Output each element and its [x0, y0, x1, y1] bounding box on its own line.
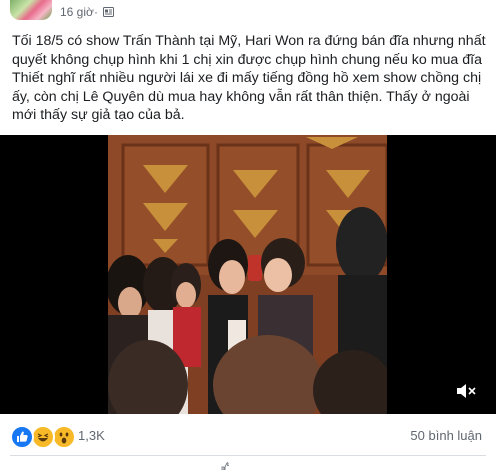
page-avatar[interactable] — [10, 0, 52, 20]
meta-separator: · — [94, 5, 98, 19]
like-action-icon[interactable] — [220, 462, 230, 470]
footer-divider — [10, 455, 486, 456]
volume-muted-icon[interactable] — [456, 382, 476, 400]
video-still-illustration — [108, 135, 387, 414]
post-header: 16 giờ · — [0, 0, 496, 26]
public-audience-icon[interactable] — [103, 7, 114, 17]
wow-reaction-icon[interactable] — [52, 425, 76, 449]
like-reaction-icon[interactable] — [10, 425, 34, 449]
video-frame[interactable] — [108, 135, 387, 414]
haha-reaction-icon[interactable] — [31, 425, 55, 449]
post-timestamp[interactable]: 16 giờ — [60, 5, 94, 19]
reaction-count[interactable]: 1,3K — [78, 428, 105, 443]
video-player[interactable] — [0, 135, 496, 414]
post-text: Tối 18/5 có show Trấn Thành tại Mỹ, Hari… — [12, 33, 486, 123]
comment-count[interactable]: 50 bình luận — [410, 428, 482, 443]
